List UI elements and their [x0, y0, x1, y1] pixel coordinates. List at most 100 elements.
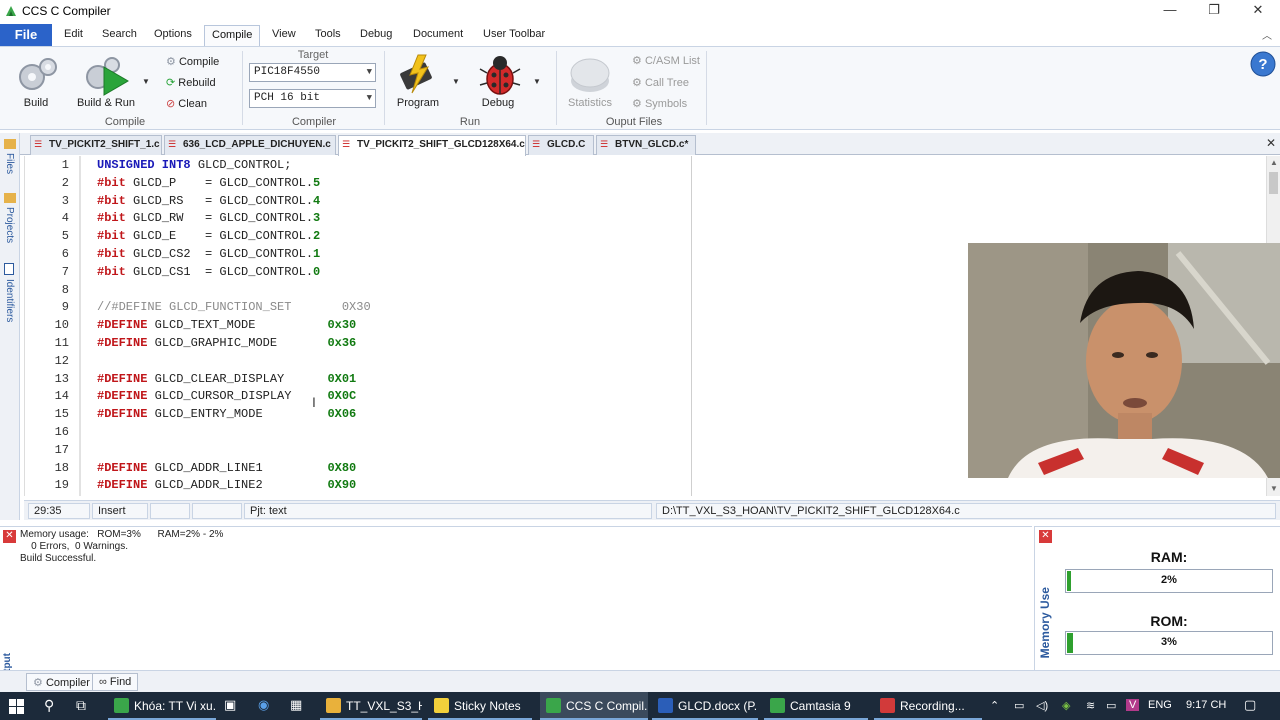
tab-compiler-output[interactable]: ⚙ Compiler	[26, 673, 97, 691]
line-number: 3	[61, 193, 69, 208]
casm-list-button[interactable]: ⚙ C/ASM List	[632, 54, 700, 67]
tab-debug[interactable]: Debug	[360, 28, 392, 40]
program-dropdown-icon[interactable]: ▼	[452, 77, 460, 86]
file-menu-button[interactable]: File	[0, 24, 52, 46]
language-indicator[interactable]: ENG	[1148, 699, 1172, 711]
close-output-icon[interactable]: ✕	[3, 530, 16, 543]
notifications-icon[interactable]: ▢	[1244, 697, 1256, 713]
target-device-select[interactable]: PIC18F4550 ▼	[249, 63, 376, 82]
doc-tab-active[interactable]: ☰ TV_PICKIT2_SHIFT_GLCD128X64.c	[338, 135, 526, 156]
tab-search[interactable]: Search	[102, 28, 137, 40]
doc-tab[interactable]: ☰ BTVN_GLCD.c*	[596, 135, 696, 155]
tab-user-toolbar[interactable]: User Toolbar	[483, 28, 545, 40]
taskbar-app-button[interactable]: Sticky Notes	[428, 692, 532, 720]
wifi-icon[interactable]: ≋	[1086, 699, 1095, 712]
taskbar-app-button[interactable]: TT_VXL_S3_H...	[320, 692, 422, 720]
edge-icon[interactable]: ◉	[258, 697, 269, 713]
volume-icon[interactable]: ◁)	[1036, 699, 1048, 712]
maximize-button[interactable]: ❐	[1192, 0, 1236, 22]
windows-start-icon[interactable]	[9, 699, 24, 714]
rebuild-button[interactable]: ⟳ Rebuild	[166, 76, 216, 89]
code-text: GLCD_P = GLCD_CONTROL.	[125, 175, 314, 190]
close-button[interactable]: ✕	[1236, 0, 1280, 22]
app-icon	[658, 698, 673, 713]
app-icon[interactable]: ▦	[290, 697, 302, 713]
tab-find[interactable]: ∞ Find	[92, 673, 139, 691]
help-icon[interactable]: ?	[1250, 51, 1276, 77]
doc-tab[interactable]: ☰ GLCD.C	[528, 135, 594, 155]
statistics-button[interactable]: Statistics	[562, 97, 618, 109]
rom-usage-bar: 3%	[1065, 631, 1273, 655]
identifier-icon	[4, 263, 14, 275]
battery-icon[interactable]: ▭	[1106, 699, 1116, 712]
group-label-compile: Compile	[104, 116, 146, 128]
tab-compile[interactable]: Compile	[204, 25, 261, 46]
clean-button[interactable]: ⊘ Clean	[166, 97, 207, 110]
symbols-button[interactable]: ⚙ Symbols	[632, 97, 687, 110]
nvidia-icon[interactable]: ◈	[1062, 699, 1070, 712]
taskbar-app-button[interactable]: Recording...	[874, 692, 982, 720]
scroll-up-icon[interactable]: ▲	[1270, 158, 1278, 167]
code-line: #DEFINE GLCD_ENTRY_MODE 0X06	[97, 407, 356, 421]
vs-icon[interactable]: V	[1126, 699, 1140, 711]
doc-tab[interactable]: ☰ 636_LCD_APPLE_DICHUYEN.c	[164, 135, 336, 155]
binoculars-icon: ∞	[99, 676, 107, 688]
chevron-down-icon: ▼	[366, 93, 372, 103]
line-number: 9	[61, 300, 69, 315]
minimize-button[interactable]: —	[1148, 0, 1192, 22]
taskbar-app-button[interactable]: GLCD.docx (P...	[652, 692, 758, 720]
side-tab-projects[interactable]: Projects	[4, 207, 15, 243]
scroll-down-icon[interactable]: ▼	[1270, 484, 1278, 493]
group-label-output-files: Ouput Files	[605, 116, 663, 128]
taskbar-app-button[interactable]: Khóa: TT Vi xu...	[108, 692, 216, 720]
taskbar-app-button[interactable]: CCS C Compil...	[540, 692, 648, 720]
code-number: 4	[313, 193, 321, 208]
target-label: Target	[297, 49, 329, 61]
code-text: GLCD_CS2 = GLCD_CONTROL.	[125, 247, 314, 261]
ribbon-collapse-icon[interactable]: ︿	[1262, 27, 1272, 42]
clock[interactable]: 9:17 CH	[1186, 699, 1226, 711]
tab-tools[interactable]: Tools	[315, 28, 341, 40]
side-tab-files[interactable]: Files	[4, 153, 15, 174]
tab-view[interactable]: View	[272, 28, 296, 40]
c-file-icon: ☰	[34, 139, 43, 149]
build-gears-icon[interactable]	[16, 55, 60, 95]
compile-button[interactable]: ⚙ Compile	[166, 55, 219, 68]
debug-dropdown-icon[interactable]: ▼	[533, 77, 541, 86]
doc-tab[interactable]: ☰ TV_PICKIT2_SHIFT_1.c	[30, 135, 162, 155]
build-button[interactable]: Build	[10, 97, 62, 109]
tab-document[interactable]: Document	[413, 28, 463, 40]
code-line: //#DEFINE GLCD_FUNCTION_SET 0X30	[97, 300, 371, 314]
build-run-icon[interactable]	[84, 53, 132, 97]
build-run-dropdown-icon[interactable]: ▼	[142, 77, 150, 86]
app-icon	[114, 698, 129, 713]
app-icon	[880, 698, 895, 713]
program-button[interactable]: Program	[390, 97, 446, 109]
group-separator	[706, 51, 707, 125]
c-file-icon: ☰	[532, 139, 541, 149]
call-tree-button[interactable]: ⚙ Call Tree	[632, 76, 689, 89]
scroll-thumb[interactable]	[1269, 172, 1278, 194]
symbols-icon: ⚙	[632, 98, 642, 110]
debug-bug-icon[interactable]	[478, 51, 522, 97]
build-run-button[interactable]: Build & Run	[72, 97, 140, 109]
network-icon[interactable]: ▭	[1014, 699, 1024, 712]
side-tab-identifiers[interactable]: Identifiers	[4, 279, 15, 322]
tray-icon[interactable]: ⌃	[990, 699, 999, 712]
tab-edit[interactable]: Edit	[64, 28, 83, 40]
task-view-icon[interactable]: ⧉	[76, 697, 86, 714]
store-icon[interactable]: ▣	[224, 697, 236, 713]
close-memory-icon[interactable]: ✕	[1039, 530, 1052, 543]
group-separator	[242, 51, 243, 125]
statistics-icon[interactable]	[568, 55, 612, 95]
line-number: 4	[61, 211, 69, 226]
close-tab-icon[interactable]: ✕	[1266, 136, 1276, 150]
program-chip-icon[interactable]	[396, 53, 440, 95]
project-icon	[4, 193, 16, 203]
taskbar-app-button[interactable]: Camtasia 9	[764, 692, 868, 720]
tab-options[interactable]: Options	[154, 28, 192, 40]
compiler-select[interactable]: PCH 16 bit ▼	[249, 89, 376, 108]
debug-button[interactable]: Debug	[472, 97, 524, 109]
search-icon[interactable]: ⚲	[44, 697, 54, 714]
group-separator	[384, 51, 385, 125]
